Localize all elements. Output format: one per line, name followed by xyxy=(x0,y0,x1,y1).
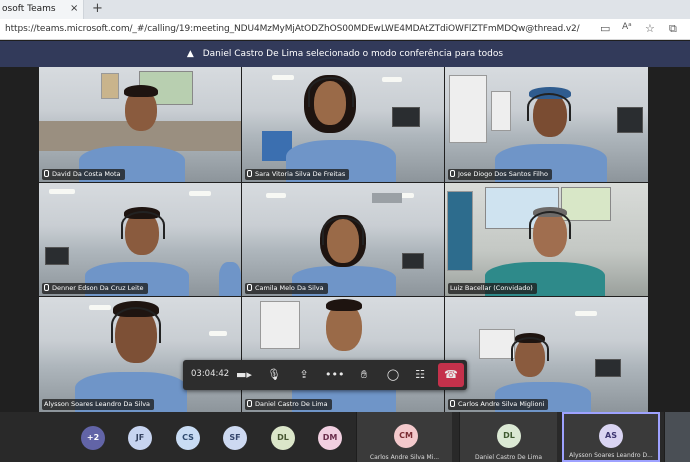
stage-right-gutter xyxy=(649,67,690,412)
participant-avatar[interactable]: SF xyxy=(223,426,247,450)
notification-text: Daniel Castro De Lima selecionado o modo… xyxy=(202,49,504,59)
ceiling-vent xyxy=(372,193,402,203)
video-tile[interactable]: Carlos Andre Silva Miglioni xyxy=(445,297,648,412)
participant-name-tag: Denner Edson Da Cruz Leite xyxy=(42,283,148,294)
ceiling-light xyxy=(49,189,75,194)
headset xyxy=(111,307,161,343)
participant-strip-name: Alysson Soares Leandro D... xyxy=(569,452,653,459)
tab-title: osoft Teams xyxy=(2,4,56,14)
participant-name-tag: Sara Vitoria Silva De Freitas xyxy=(245,169,350,180)
headset xyxy=(308,77,354,107)
warning-icon: ▲ xyxy=(186,49,194,59)
chat-icon[interactable]: ◯ xyxy=(384,366,402,384)
participant-avatar[interactable]: CS xyxy=(176,426,200,450)
share-screen-icon[interactable]: ⇪ xyxy=(295,366,313,384)
whiteboard xyxy=(449,75,487,143)
browser-tab-bar: osoft Teams × + xyxy=(0,0,690,19)
mic-icon xyxy=(247,170,252,177)
participant-strip-active[interactable]: AS Alysson Soares Leandro D... xyxy=(562,412,660,462)
collections-icon[interactable]: ⧉ xyxy=(669,22,677,36)
participant-strip[interactable]: CM Carlos Andre Silva Mi... xyxy=(356,412,452,462)
mic-icon xyxy=(247,400,252,407)
headset xyxy=(511,337,549,361)
raise-hand-icon[interactable]: ✋︎ xyxy=(355,366,373,384)
phone-hangup-icon: ☎︎ xyxy=(444,368,458,381)
hang-up-button[interactable]: ☎︎ xyxy=(438,363,464,387)
participant-avatar[interactable]: DM xyxy=(318,426,342,450)
camera-icon[interactable]: ▬▸ xyxy=(235,366,253,384)
whiteboard xyxy=(260,301,300,349)
monitor xyxy=(617,107,643,133)
video-tile[interactable]: Luiz Bacellar (Convidado) xyxy=(445,183,648,296)
participant-avatar[interactable]: DL xyxy=(271,426,295,450)
browser-tab[interactable]: osoft Teams × xyxy=(0,0,84,19)
video-tile[interactable]: Daniel Castro De Lima xyxy=(242,297,444,412)
overflow-participants-badge[interactable]: +2 xyxy=(81,426,105,450)
notification-banner: ▲ Daniel Castro De Lima selecionado o mo… xyxy=(0,41,690,67)
participant-name-tag: David Da Costa Mota xyxy=(42,169,125,180)
participant-avatar: CM xyxy=(394,424,418,448)
participant-name-tag: Daniel Castro De Lima xyxy=(245,399,332,410)
whiteboard xyxy=(479,329,515,359)
self-view-preview[interactable] xyxy=(664,412,690,462)
wall-poster xyxy=(101,73,119,99)
video-tile[interactable]: David Da Costa Mota xyxy=(39,67,241,182)
participant-strip[interactable]: DL Daniel Castro De Lima xyxy=(459,412,557,462)
paper-sheet xyxy=(491,91,511,131)
person-hair xyxy=(326,299,362,311)
person-hair xyxy=(124,85,158,97)
video-tile[interactable]: Alysson Soares Leandro Da Silva xyxy=(39,297,241,412)
participant-avatar: DL xyxy=(497,424,521,448)
participant-name-tag: Jose Diogo Dos Santos Filho xyxy=(448,169,552,180)
participant-name-tag: Alysson Soares Leandro Da Silva xyxy=(42,399,155,410)
mic-icon xyxy=(450,170,455,177)
monitor xyxy=(595,359,621,377)
person-shirt xyxy=(219,262,241,296)
headset xyxy=(527,93,571,121)
favorite-icon[interactable]: ☆ xyxy=(645,22,655,35)
headset xyxy=(322,217,364,245)
participants-icon[interactable]: ☷ xyxy=(411,366,429,384)
monitor xyxy=(392,107,420,127)
app-available-icon[interactable]: ▭ xyxy=(600,22,610,35)
participant-avatar: AS xyxy=(599,424,623,448)
call-controls: 03:04:42 ▬▸ 🎙︎ ⇪ ••• ✋︎ ◯ ☷ ☎︎ xyxy=(183,360,467,390)
ceiling-light xyxy=(209,331,227,336)
ceiling-light xyxy=(89,305,111,310)
ceiling-light xyxy=(189,191,211,196)
url-text[interactable]: https://teams.microsoft.com/_#/calling/1… xyxy=(5,24,580,34)
participant-name-tag: Carlos Andre Silva Miglioni xyxy=(448,399,549,410)
video-tile[interactable]: Camila Melo Da Silva xyxy=(242,183,444,296)
new-tab-button[interactable]: + xyxy=(92,1,103,16)
microphone-icon[interactable]: 🎙︎ xyxy=(265,366,283,384)
world-map xyxy=(561,187,611,221)
call-timer: 03:04:42 xyxy=(191,369,230,379)
participant-strip-name: Carlos Andre Silva Mi... xyxy=(369,454,440,461)
participant-name-tag: Camila Melo Da Silva xyxy=(245,283,328,294)
mic-icon xyxy=(450,400,455,407)
address-bar[interactable]: https://teams.microsoft.com/_#/calling/1… xyxy=(0,19,690,40)
headset xyxy=(529,211,571,239)
monitor xyxy=(402,253,424,269)
ceiling-light xyxy=(266,193,286,198)
ceiling-light xyxy=(575,311,597,316)
more-actions-icon[interactable]: ••• xyxy=(325,366,344,384)
video-tile[interactable]: Jose Diogo Dos Santos Filho xyxy=(445,67,648,182)
mic-icon xyxy=(44,170,49,177)
wall-panel xyxy=(447,191,473,271)
participant-name-tag: Luiz Bacellar (Convidado) xyxy=(448,283,537,294)
headset xyxy=(121,211,165,239)
mic-icon xyxy=(247,284,252,291)
mic-icon xyxy=(44,284,49,291)
participant-strip-name: Daniel Castro De Lima xyxy=(474,454,543,461)
monitor xyxy=(45,247,69,265)
ceiling-light xyxy=(382,77,402,82)
read-aloud-icon[interactable]: Aᵃ xyxy=(622,22,632,32)
participant-bar: +2 JF CS SF DL DM CM Carlos Andre Silva … xyxy=(0,412,690,462)
ceiling-light xyxy=(272,75,294,80)
video-tile[interactable]: Denner Edson Da Cruz Leite xyxy=(39,183,241,296)
participant-avatar[interactable]: JF xyxy=(128,426,152,450)
video-tile[interactable]: Sara Vitoria Silva De Freitas xyxy=(242,67,444,182)
close-tab-icon[interactable]: × xyxy=(70,3,78,14)
